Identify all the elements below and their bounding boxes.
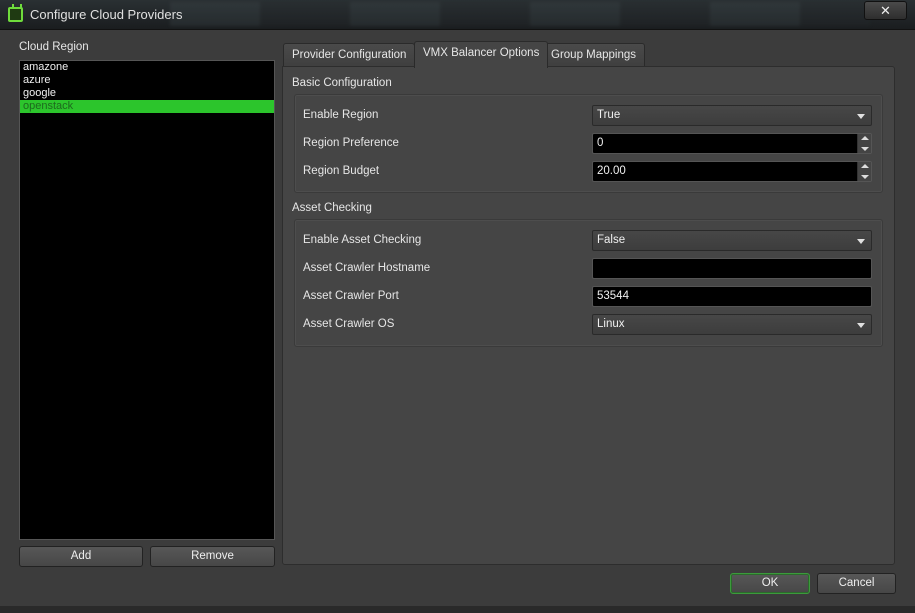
- spin-up-icon[interactable]: [861, 136, 869, 140]
- spin-buttons[interactable]: [857, 134, 871, 153]
- enable-asset-checking-label: Enable Asset Checking: [303, 234, 422, 246]
- cancel-button[interactable]: Cancel: [817, 573, 896, 594]
- asset-crawler-os-value: Linux: [597, 318, 625, 330]
- enable-region-select[interactable]: True: [592, 105, 872, 126]
- tab-vmx-balancer-options[interactable]: VMX Balancer Options: [414, 41, 549, 68]
- chevron-down-icon: [857, 114, 865, 119]
- app-tv-icon: [8, 4, 23, 22]
- enable-region-label: Enable Region: [303, 109, 379, 121]
- asset-crawler-hostname-input[interactable]: [592, 258, 872, 279]
- cloud-region-label: Cloud Region: [19, 41, 89, 53]
- asset-crawler-hostname-label: Asset Crawler Hostname: [303, 262, 431, 274]
- basic-configuration-title: Basic Configuration: [292, 77, 392, 89]
- asset-crawler-os-label: Asset Crawler OS: [303, 318, 395, 330]
- spin-down-icon[interactable]: [861, 147, 869, 151]
- region-budget-label: Region Budget: [303, 165, 380, 177]
- asset-crawler-port-input[interactable]: 53544: [592, 286, 872, 307]
- background-window-ghost: [170, 2, 870, 26]
- region-preference-label: Region Preference: [303, 137, 399, 149]
- cloud-region-list[interactable]: amazone azure google openstack: [19, 60, 275, 540]
- region-item-amazone[interactable]: amazone: [20, 61, 274, 74]
- close-button[interactable]: ✕: [864, 1, 907, 20]
- region-budget-value: 20.00: [597, 165, 626, 177]
- chevron-down-icon: [857, 323, 865, 328]
- chevron-down-icon: [857, 239, 865, 244]
- region-item-azure[interactable]: azure: [20, 74, 274, 87]
- tab-provider-configuration[interactable]: Provider Configuration: [283, 43, 416, 67]
- window-title: Configure Cloud Providers: [30, 7, 183, 22]
- region-preference-value: 0: [597, 137, 604, 149]
- spin-buttons[interactable]: [857, 162, 871, 181]
- asset-crawler-port-label: Asset Crawler Port: [303, 290, 399, 302]
- asset-crawler-os-select[interactable]: Linux: [592, 314, 872, 335]
- asset-checking-title: Asset Checking: [292, 202, 372, 214]
- spin-down-icon[interactable]: [861, 175, 869, 179]
- region-item-google[interactable]: google: [20, 87, 274, 100]
- enable-asset-checking-value: False: [597, 234, 626, 246]
- enable-asset-checking-select[interactable]: False: [592, 230, 872, 251]
- spin-up-icon[interactable]: [861, 164, 869, 168]
- region-item-openstack[interactable]: openstack: [20, 100, 274, 113]
- ok-button[interactable]: OK: [730, 573, 810, 594]
- tab-group-mappings[interactable]: Group Mappings: [542, 43, 646, 67]
- enable-region-value: True: [597, 109, 621, 121]
- title-bar: Configure Cloud Providers ✕: [0, 0, 915, 30]
- region-budget-spinbox[interactable]: 20.00: [592, 161, 872, 182]
- region-preference-spinbox[interactable]: 0: [592, 133, 872, 154]
- add-button[interactable]: Add: [19, 546, 143, 567]
- window-bottom-edge: [0, 606, 915, 613]
- remove-button[interactable]: Remove: [150, 546, 275, 567]
